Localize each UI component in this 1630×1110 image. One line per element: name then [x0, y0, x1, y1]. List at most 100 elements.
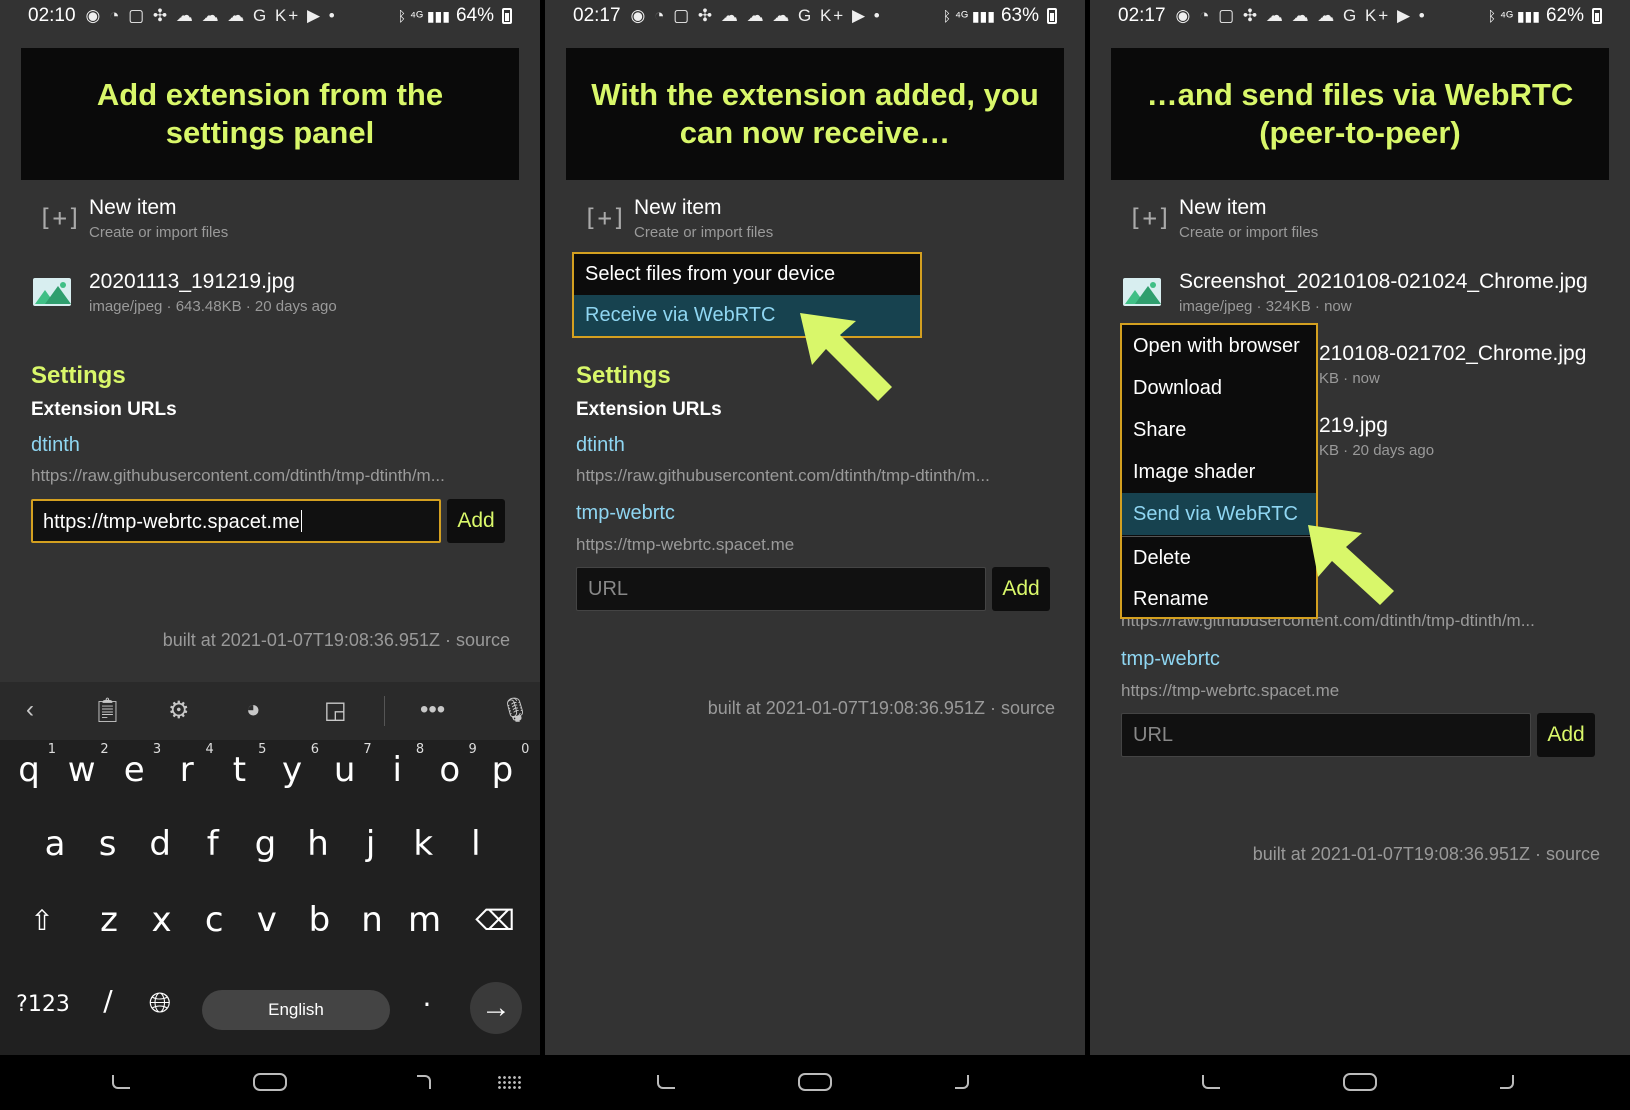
extension-url-dtinth: https://raw.githubusercontent.com/dtinth… [576, 466, 990, 485]
extension-url-tmp-webrtc: https://tmp-webrtc.spacet.me [1121, 681, 1340, 700]
menu-item-download[interactable]: Download [1122, 367, 1316, 409]
back-nav-icon[interactable] [657, 1075, 675, 1089]
file-item[interactable]: Screenshot_20210108-021024_Chrome.jpg im… [1120, 266, 1620, 318]
keyboard-key[interactable]: k [398, 824, 448, 864]
file-meta: image/jpeg · 324KB · now [1179, 298, 1352, 315]
keyboard-key[interactable]: c [189, 900, 239, 940]
keyboard-key[interactable]: m [400, 900, 450, 940]
key-hint: 0 [521, 742, 530, 757]
build-info[interactable]: built at 2021-01-07T19:08:36.951Z · sour… [163, 630, 510, 651]
add-extension-button[interactable]: Add [992, 567, 1050, 611]
enter-arrow-icon[interactable]: → [470, 982, 522, 1034]
keyboard-key[interactable]: u7 [320, 742, 372, 790]
keyboard-key[interactable]: t5 [214, 742, 267, 790]
recent-nav-icon[interactable] [417, 1075, 431, 1089]
keyboard-key[interactable]: i8 [372, 742, 424, 790]
keyboard-switch-icon[interactable] [497, 1075, 523, 1089]
build-info[interactable]: built at 2021-01-07T19:08:36.951Z · sour… [708, 698, 1055, 719]
chevron-left-icon[interactable]: ‹ [26, 696, 34, 724]
keyboard-key[interactable]: l [451, 824, 501, 864]
keyboard-key[interactable]: n [347, 900, 397, 940]
menu-item-delete[interactable]: Delete [1122, 537, 1316, 579]
extension-url-input[interactable]: URL [1121, 713, 1531, 757]
menu-item-rename[interactable]: Rename [1122, 579, 1316, 619]
more-icon[interactable]: ••• [420, 696, 445, 724]
shift-icon[interactable]: ⇧ [17, 904, 67, 937]
keyboard-key[interactable]: y6 [267, 742, 319, 790]
add-extension-button[interactable]: Add [1537, 713, 1595, 757]
clipboard-icon[interactable]: 📋︎ [92, 696, 122, 725]
extension-name-dtinth[interactable]: dtinth [576, 434, 625, 457]
home-nav-icon[interactable] [798, 1073, 832, 1091]
keyboard-key[interactable]: s [83, 824, 133, 864]
file-meta-partial: KB · 20 days ago [1319, 442, 1435, 459]
keyboard-key[interactable]: v [242, 900, 292, 940]
build-info[interactable]: built at 2021-01-07T19:08:36.951Z · sour… [1253, 844, 1600, 865]
symbols-key[interactable]: ?123 [10, 992, 76, 1017]
on-screen-keyboard: ‹ 📋︎ ⚙ ◕ ◲ ••• 🎙︎ q1w2e3r4t5y6u7i8o9p0 as… [0, 682, 540, 1055]
back-nav-icon[interactable] [1202, 1075, 1220, 1089]
file-item[interactable]: 20201113_191219.jpg image/jpeg · 643.48K… [30, 266, 530, 318]
menu-item-share[interactable]: Share [1122, 409, 1316, 451]
keyboard-key[interactable]: p0 [477, 742, 530, 790]
extension-url-input[interactable]: https://tmp-webrtc.spacet.me [31, 499, 441, 543]
keyboard-key[interactable]: o9 [425, 742, 476, 790]
keyboard-key[interactable]: z [84, 900, 134, 940]
extension-name-tmp-webrtc[interactable]: tmp-webrtc [1121, 648, 1220, 671]
extension-name-dtinth[interactable]: dtinth [31, 434, 80, 457]
signal-icons: ᛒ ⁴ᴳ ▮▮▮ [942, 7, 995, 24]
key-label: b [308, 900, 331, 940]
keyboard-key[interactable]: d [135, 824, 185, 864]
key-label: v [256, 900, 277, 940]
keyboard-key[interactable]: b [294, 900, 344, 940]
backspace-icon[interactable]: ⌫ [470, 904, 520, 937]
resize-icon[interactable]: ◲ [324, 696, 347, 725]
image-file-icon [1123, 278, 1161, 306]
keyboard-key[interactable]: f [188, 824, 238, 864]
keyboard-key[interactable]: x [137, 900, 187, 940]
new-item-button[interactable]: [+] New item Create or import files [30, 192, 510, 244]
home-nav-icon[interactable] [1343, 1073, 1377, 1091]
keyboard-key[interactable]: w2 [57, 742, 109, 790]
file-name-partial[interactable]: 219.jpg [1319, 414, 1388, 438]
status-time: 02:17 [1118, 5, 1166, 26]
palette-icon[interactable]: ◕ [246, 696, 261, 724]
mic-icon[interactable]: 🎙︎ [500, 696, 530, 725]
gear-icon[interactable]: ⚙ [168, 696, 190, 725]
status-bar: 02:17 ◉ ◔ ▢ ✣ ☁ ☁ ☁ G K+ ▶ • ᛒ ⁴ᴳ ▮▮▮ 63… [545, 0, 1085, 32]
new-item-button[interactable]: [+] New item Create or import files [1120, 192, 1600, 244]
add-extension-button[interactable]: Add [447, 499, 505, 543]
status-time: 02:17 [573, 5, 621, 26]
file-name-partial[interactable]: 210108-021702_Chrome.jpg [1319, 342, 1586, 366]
recent-nav-icon[interactable] [955, 1075, 969, 1089]
home-nav-icon[interactable] [253, 1073, 287, 1091]
keyboard-key[interactable]: g [240, 824, 290, 864]
keyboard-key[interactable]: h [293, 824, 343, 864]
menu-item-send-webrtc[interactable]: Send via WebRTC [1122, 493, 1316, 535]
file-name: 20201113_191219.jpg [89, 270, 295, 293]
keyboard-key[interactable]: q1 [4, 742, 56, 790]
period-key[interactable]: . [402, 980, 452, 1013]
menu-item-select-files[interactable]: Select files from your device [574, 254, 920, 295]
keyboard-key[interactable]: e3 [109, 742, 161, 790]
slash-key[interactable]: / [83, 984, 133, 1017]
globe-icon[interactable]: 🌐︎ [135, 986, 185, 1020]
settings-heading: Settings [576, 362, 671, 389]
menu-item-image-shader[interactable]: Image shader [1122, 451, 1316, 493]
key-label: t [232, 750, 247, 790]
extension-url-input[interactable]: URL [576, 567, 986, 611]
system-nav-bar [1090, 1055, 1630, 1110]
keyboard-key[interactable]: r4 [162, 742, 214, 790]
keyboard-key[interactable]: j [346, 824, 396, 864]
keyboard-key[interactable]: a [30, 824, 80, 864]
key-label: k [413, 824, 434, 864]
instruction-banner: With the extension added, you can now re… [566, 48, 1064, 180]
extension-name-tmp-webrtc[interactable]: tmp-webrtc [576, 502, 675, 525]
back-nav-icon[interactable] [112, 1075, 130, 1089]
battery-icon [1592, 8, 1602, 24]
recent-nav-icon[interactable] [1500, 1075, 1514, 1089]
new-item-button[interactable]: [+] New item Create or import files [575, 192, 1055, 244]
menu-item-open-browser[interactable]: Open with browser [1122, 325, 1316, 367]
text-cursor [300, 510, 302, 532]
space-bar[interactable]: English [202, 990, 390, 1030]
